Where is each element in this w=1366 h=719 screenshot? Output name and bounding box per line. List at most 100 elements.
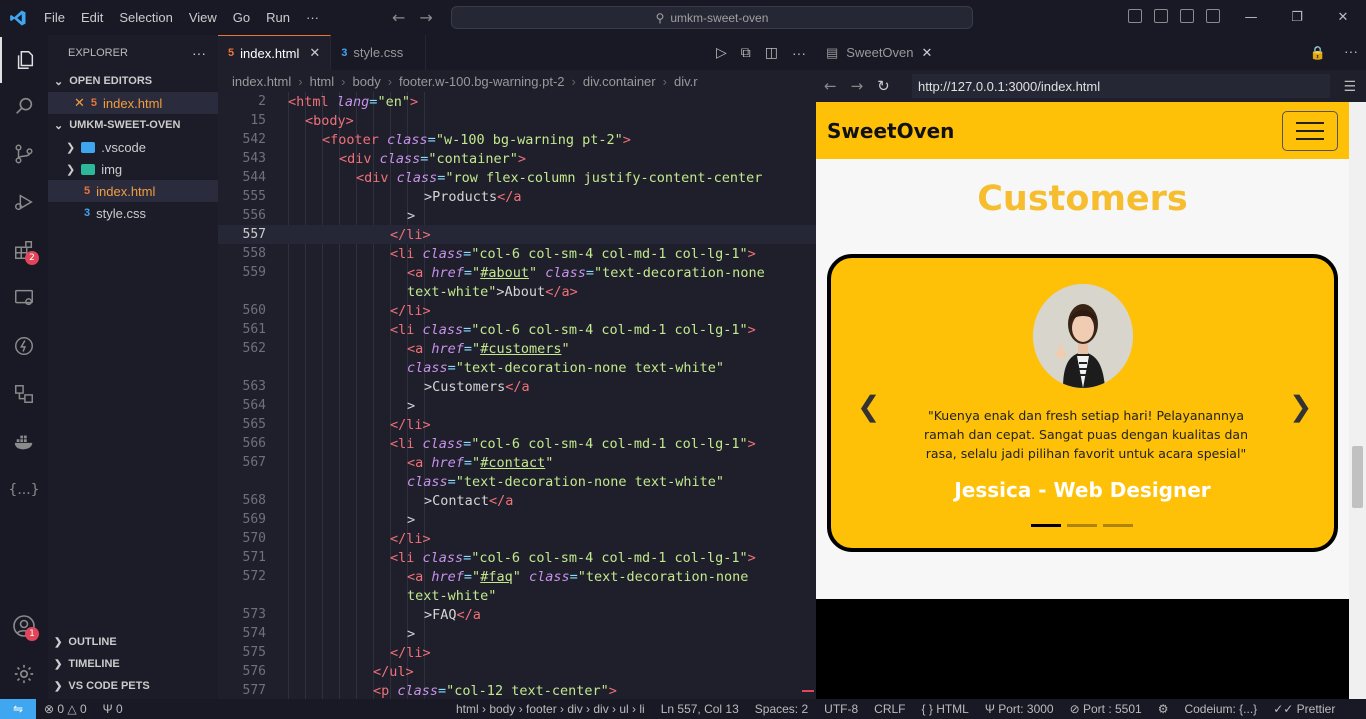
code-line[interactable]: 565 </li> [218,415,816,434]
code-line[interactable]: 575 </li> [218,643,816,662]
problems-indicator[interactable]: ⊗ 0 △ 0 [36,702,95,716]
command-center-search[interactable]: ⚲ umkm-sweet-oven [451,6,973,29]
code-line[interactable]: 557 </li> [218,225,816,244]
toggle-secondary-sidebar-icon[interactable] [1180,9,1194,23]
code-line[interactable]: 561 <li class="col-6 col-sm-4 col-md-1 co… [218,320,816,339]
breadcrumb-item[interactable]: html [310,74,335,89]
code-line[interactable]: 570 </li> [218,529,816,548]
json-tools-icon[interactable]: {...} [0,467,48,513]
code-line[interactable]: 572 <a href="#faq" class="text-decoration… [218,567,816,586]
code-line[interactable]: 556 > [218,206,816,225]
extensions-icon[interactable]: 2 [0,227,48,273]
more-actions-icon[interactable]: ··· [1344,43,1358,59]
lock-icon[interactable]: 🔒 [1310,45,1326,61]
close-tab-icon[interactable]: ✕ [922,45,933,61]
restore-icon[interactable]: ❐ [1274,0,1320,35]
menu-item[interactable]: Run [258,10,298,25]
code-line[interactable]: 567 <a href="#contact" [218,453,816,472]
menu-item[interactable]: ··· [298,10,327,25]
docker-icon[interactable] [0,419,48,465]
forward-arrow-icon[interactable]: → [851,77,864,95]
code-line[interactable]: 562 <a href="#customers" [218,339,816,358]
thunder-client-icon[interactable] [0,323,48,369]
language-mode[interactable]: { } HTML [914,702,977,716]
menu-item[interactable]: File [36,10,73,25]
code-line[interactable]: 2 <html lang="en"> [218,92,816,111]
code-line[interactable]: 569 > [218,510,816,529]
code-line[interactable]: 577 <p class="col-12 text-center"> [218,681,816,699]
menu-icon[interactable]: ☰ [1343,79,1356,95]
tree-item-style-css[interactable]: 3 style.css [48,202,218,224]
dependencies-icon[interactable] [0,371,48,417]
code-editor[interactable]: 2 <html lang="en"> 15 <body> 542 <footer clas… [218,92,816,699]
settings-gear-icon[interactable] [0,651,48,697]
indentation[interactable]: Spaces: 2 [747,702,816,716]
menu-item[interactable]: View [181,10,225,25]
back-arrow-icon[interactable]: ← [824,77,837,95]
code-line[interactable]: 576 </ul> [218,662,816,681]
pets-section[interactable]: ❯ VS CODE PETS [48,675,218,697]
customize-layout-icon[interactable] [1206,9,1220,23]
more-actions-icon[interactable]: ··· [192,45,206,61]
breadcrumb-item[interactable]: index.html [232,74,291,89]
preview-scrollbar[interactable] [1349,102,1366,699]
code-line[interactable]: 574 > [218,624,816,643]
timeline-section[interactable]: ❯ TIMELINE [48,653,218,675]
live-server-port[interactable]: Ψ Port: 3000 [977,702,1062,716]
live-server-port-2[interactable]: ⊘ Port : 5501 [1062,702,1150,716]
codeium-icon[interactable]: ⚙ [1150,702,1177,716]
code-line[interactable]: text-white">About</a> [218,282,816,301]
split-editor-icon[interactable]: ◫ [765,44,778,61]
code-line[interactable]: 573 >FAQ</a [218,605,816,624]
accounts-icon[interactable]: 1 [0,603,48,649]
element-path[interactable]: html › body › footer › div › div › ul › … [448,702,653,716]
toggle-sidebar-icon[interactable] [1128,9,1142,23]
open-preview-icon[interactable]: ⧉ [741,44,751,61]
toggle-panel-icon[interactable] [1154,9,1168,23]
minimize-icon[interactable]: — [1228,0,1274,35]
run-icon[interactable]: ▷ [716,44,727,61]
url-input[interactable]: http://127.0.0.1:3000/index.html [912,74,1330,98]
end-of-line[interactable]: CRLF [866,702,913,716]
carousel-prev-icon[interactable]: ❮ [857,390,880,423]
code-line[interactable]: 566 <li class="col-6 col-sm-4 col-md-1 co… [218,434,816,453]
tree-item-index-html[interactable]: 5 index.html [48,180,218,202]
tree-item-vscode[interactable]: ❯ .vscode [48,136,218,158]
ports-indicator[interactable]: Ψ 0 [95,702,131,716]
carousel-indicator[interactable] [1067,524,1097,527]
menu-item[interactable]: Selection [111,10,180,25]
project-section[interactable]: ⌄ UMKM-SWEET-OVEN [48,114,218,136]
code-line[interactable]: 15 <body> [218,111,816,130]
code-line[interactable]: 559 <a href="#about" class="text-decorati… [218,263,816,282]
code-line[interactable]: text-white" [218,586,816,605]
scrollbar-thumb[interactable] [1352,446,1363,508]
source-control-icon[interactable] [0,131,48,177]
code-line[interactable]: 544 <div class="row flex-column justify-c… [218,168,816,187]
code-line[interactable]: 564 > [218,396,816,415]
remote-indicator-icon[interactable]: ⇋ [0,699,36,719]
remote-explorer-icon[interactable] [0,275,48,321]
breadcrumb-item[interactable]: div.r [674,74,698,89]
menu-item[interactable]: Go [225,10,258,25]
carousel-indicator[interactable] [1031,524,1061,527]
code-line[interactable]: 568 >Contact</a [218,491,816,510]
site-brand[interactable]: SweetOven [827,119,954,143]
carousel-indicator[interactable] [1103,524,1133,527]
search-activity-icon[interactable] [0,83,48,129]
close-tab-icon[interactable]: ✕ [309,45,320,61]
code-line[interactable]: class="text-decoration-none text-white" [218,472,816,491]
code-line[interactable]: 555 >Products</a [218,187,816,206]
open-editor-item[interactable]: ✕ 5 index.html [48,92,218,114]
explorer-icon[interactable] [0,37,48,83]
back-arrow-icon[interactable]: ← [392,8,405,27]
code-line[interactable]: 543 <div class="container"> [218,149,816,168]
cursor-position[interactable]: Ln 557, Col 13 [653,702,747,716]
more-actions-icon[interactable]: ··· [792,45,806,61]
open-editors-section[interactable]: ⌄ OPEN EDITORS [48,70,218,92]
breadcrumb-item[interactable]: body [353,74,381,89]
tree-item-img[interactable]: ❯ img [48,158,218,180]
forward-arrow-icon[interactable]: → [419,8,432,27]
tab-sweetoven[interactable]: ▤ SweetOven ✕ [816,35,942,70]
run-debug-icon[interactable] [0,179,48,225]
codeium-status[interactable]: Codeium: {...} [1176,702,1265,716]
